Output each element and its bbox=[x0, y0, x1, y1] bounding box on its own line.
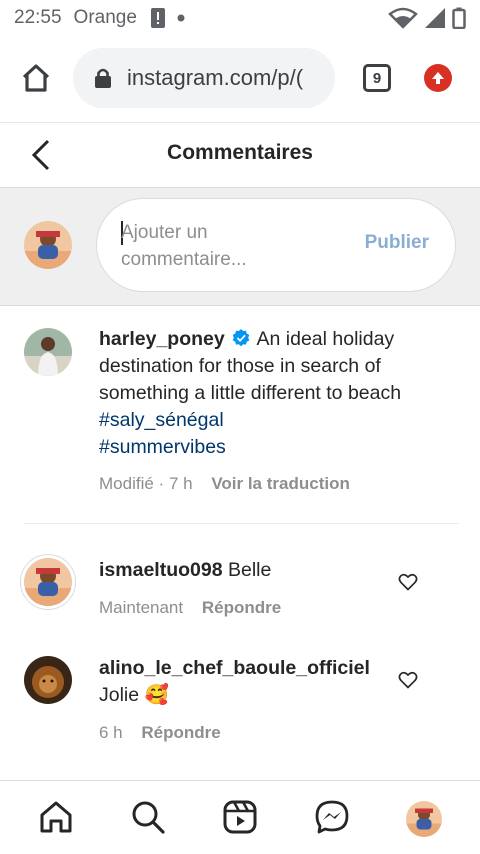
arrow-up-icon bbox=[432, 72, 444, 84]
heart-icon[interactable] bbox=[398, 572, 418, 592]
search-icon bbox=[132, 801, 165, 834]
dot-icon bbox=[177, 14, 185, 22]
author-avatar[interactable] bbox=[24, 328, 72, 376]
nav-reels[interactable] bbox=[222, 799, 258, 835]
verified-badge-icon bbox=[232, 329, 250, 347]
hashtag-link[interactable]: #saly_sénégal bbox=[99, 407, 444, 434]
status-bar: 22:55 Orange bbox=[0, 0, 480, 36]
comment-time: 6 h bbox=[99, 723, 123, 742]
nav-messenger[interactable] bbox=[314, 799, 350, 835]
reply-button[interactable]: Répondre bbox=[141, 723, 220, 742]
address-bar[interactable]: instagram.com/p/( bbox=[73, 48, 335, 108]
browser-home-button[interactable] bbox=[18, 60, 54, 96]
publish-button[interactable]: Publier bbox=[365, 232, 429, 254]
messenger-icon bbox=[315, 800, 349, 834]
status-time: 22:55 bbox=[14, 7, 62, 28]
nav-home[interactable] bbox=[38, 799, 74, 835]
comments-header: Commentaires bbox=[0, 122, 480, 188]
commenter-avatar[interactable] bbox=[24, 656, 72, 704]
home-icon bbox=[40, 801, 72, 833]
signal-icon bbox=[425, 8, 445, 28]
comment-body: ismaeltuo098 Belle bbox=[99, 557, 271, 584]
current-user-avatar[interactable] bbox=[24, 221, 72, 269]
tab-switcher-button[interactable]: 9 bbox=[363, 64, 391, 92]
bottom-navigation bbox=[0, 780, 480, 854]
status-carrier: Orange bbox=[73, 7, 137, 28]
battery-icon bbox=[452, 7, 466, 29]
lock-icon bbox=[95, 68, 111, 88]
caption-username[interactable]: harley_poney bbox=[99, 328, 225, 350]
divider bbox=[24, 523, 459, 524]
page-title: Commentaires bbox=[167, 141, 313, 164]
reply-button[interactable]: Répondre bbox=[202, 598, 281, 617]
hashtag-link[interactable]: #summervibes bbox=[99, 434, 444, 461]
alert-notification-icon bbox=[150, 8, 165, 28]
comment-input[interactable]: Ajouter un commentaire... Publier bbox=[96, 198, 456, 292]
comment-meta: Maintenant Répondre bbox=[99, 598, 281, 618]
comment-body: alino_le_chef_baoule_officiel Jolie 🥰 bbox=[99, 655, 370, 709]
see-translation-button[interactable]: Voir la traduction bbox=[211, 474, 350, 493]
browser-update-button[interactable] bbox=[424, 64, 452, 92]
url-text: instagram.com/p/( bbox=[127, 65, 304, 90]
comment-text: Jolie 🥰 bbox=[99, 684, 169, 706]
nav-profile-avatar[interactable] bbox=[406, 801, 442, 837]
nav-search[interactable] bbox=[130, 799, 166, 835]
caption-text-block: harley_poney An ideal holiday destinatio… bbox=[99, 326, 444, 461]
comment-time: Maintenant bbox=[99, 598, 184, 617]
comment-username[interactable]: ismaeltuo098 bbox=[99, 559, 223, 581]
comment-composer: Ajouter un commentaire... Publier bbox=[0, 188, 480, 306]
meta-separator: · bbox=[158, 474, 169, 493]
comment-meta: 6 h Répondre bbox=[99, 723, 221, 743]
edited-label: Modifié bbox=[99, 474, 154, 493]
post-caption: harley_poney An ideal holiday destinatio… bbox=[0, 306, 480, 524]
browser-toolbar: instagram.com/p/( 9 bbox=[0, 36, 480, 122]
heart-icon[interactable] bbox=[398, 670, 418, 690]
home-outline-icon bbox=[22, 64, 50, 92]
comment-username[interactable]: alino_le_chef_baoule_officiel bbox=[99, 657, 370, 679]
caption-meta: Modifié · 7 h Voir la traduction bbox=[99, 474, 350, 494]
wifi-icon bbox=[388, 7, 418, 29]
comment-input-placeholder: Ajouter un commentaire... bbox=[121, 222, 247, 270]
caption-time: 7 h bbox=[168, 474, 193, 493]
comment-text: Belle bbox=[227, 559, 272, 581]
reels-icon bbox=[223, 800, 257, 834]
commenter-avatar[interactable] bbox=[24, 558, 72, 606]
